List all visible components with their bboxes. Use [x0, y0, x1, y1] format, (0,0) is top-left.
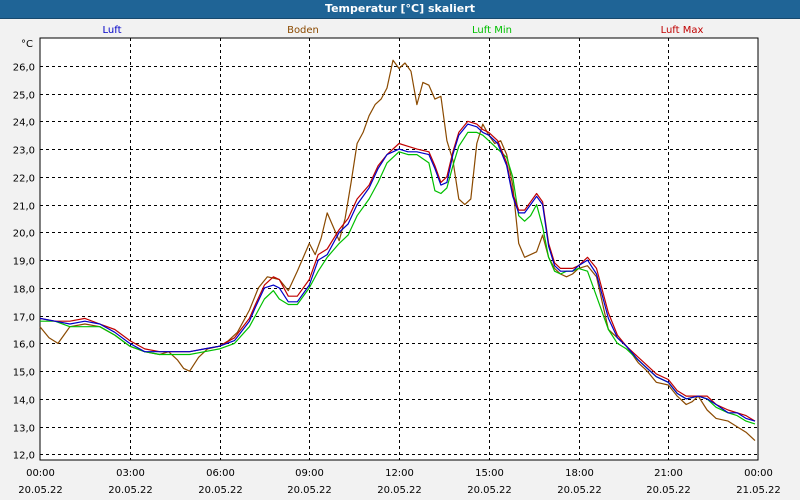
legend-item-luft-max: Luft Max: [661, 25, 704, 36]
x-tick-date-label: 20.05.22: [467, 485, 512, 496]
y-tick-label: 15,0: [13, 368, 35, 379]
y-tick-label: 19,0: [13, 257, 35, 268]
x-tick-time-label: 18:00: [565, 468, 594, 479]
y-tick-label: 25,0: [13, 91, 35, 102]
x-tick-date-label: 21.05.22: [736, 485, 781, 496]
y-tick-label: 14,0: [13, 396, 35, 407]
legend-item-luft-min: Luft Min: [472, 25, 512, 36]
x-tick-time-label: 06:00: [206, 468, 235, 479]
legend-item-boden: Boden: [287, 25, 319, 36]
x-tick-time-label: 12:00: [385, 468, 414, 479]
x-tick-time-label: 09:00: [295, 468, 324, 479]
legend: Luft Boden Luft Min Luft Max: [103, 25, 704, 36]
x-tick-time-label: 21:00: [654, 468, 683, 479]
x-tick-time-label: 00:00: [26, 468, 55, 479]
y-tick-label: 24,0: [13, 118, 35, 129]
y-tick-label: 18,0: [13, 285, 35, 296]
y-tick-label: 12,0: [13, 451, 35, 462]
x-tick-date-label: 20.05.22: [377, 485, 422, 496]
x-tick-date-label: 20.05.22: [557, 485, 602, 496]
x-tick-time-label: 15:00: [475, 468, 504, 479]
y-tick-label: 13,0: [13, 424, 35, 435]
chart-window: Temperatur [°C] skaliert °C 12,0 13,0 14,0…: [0, 0, 800, 500]
y-axis-unit-label: °C: [21, 39, 33, 50]
x-tick-date-label: 20.05.22: [108, 485, 153, 496]
y-tick-label: 22,0: [13, 174, 35, 185]
y-tick-label: 20,0: [13, 229, 35, 240]
line-chart: °C 12,0 13,0 14,0 15,0 16,0 17,0 18,0 19,0 20,0 2…: [13, 25, 781, 496]
x-tick-date-label: 20.05.22: [287, 485, 332, 496]
x-tick-time-label: 00:00: [744, 468, 773, 479]
x-tick-date-label: 20.05.22: [198, 485, 243, 496]
y-tick-label: 17,0: [13, 313, 35, 324]
y-tick-label: 16,0: [13, 340, 35, 351]
y-tick-label: 21,0: [13, 202, 35, 213]
x-tick-time-label: 03:00: [116, 468, 145, 479]
legend-item-luft: Luft: [103, 25, 122, 36]
y-tick-label: 23,0: [13, 146, 35, 157]
x-tick-date-label: 20.05.22: [18, 485, 63, 496]
x-tick-date-label: 20.05.22: [646, 485, 691, 496]
y-tick-label: 26,0: [13, 63, 35, 74]
